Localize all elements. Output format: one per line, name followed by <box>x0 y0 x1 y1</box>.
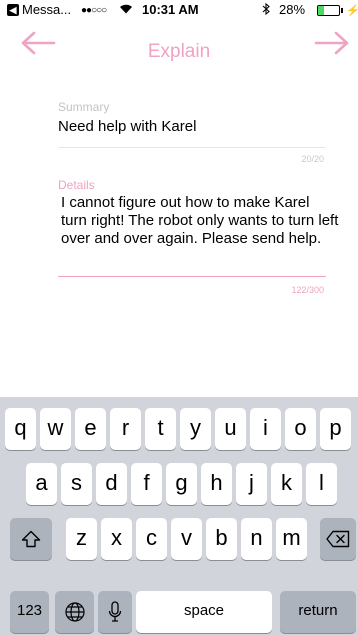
battery-percent: 28% <box>279 2 306 17</box>
battery-tip <box>341 8 343 13</box>
key-z[interactable]: z <box>66 518 97 560</box>
charging-bolt-icon: ⚡ <box>346 5 358 17</box>
space-key[interactable]: space <box>136 591 272 633</box>
details-divider <box>58 276 326 277</box>
key-u[interactable]: u <box>215 408 246 450</box>
key-h[interactable]: h <box>201 463 232 505</box>
key-j[interactable]: j <box>236 463 267 505</box>
back-app-label: Messa... <box>22 2 72 17</box>
key-y[interactable]: y <box>180 408 211 450</box>
page-title: Explain <box>147 41 211 62</box>
key-v[interactable]: v <box>171 518 202 560</box>
navigation-bar: Explain <box>0 20 358 64</box>
key-k[interactable]: k <box>271 463 302 505</box>
wifi-icon <box>119 3 133 17</box>
key-m[interactable]: m <box>276 518 307 560</box>
backspace-icon <box>320 518 356 560</box>
globe-key[interactable] <box>55 591 94 633</box>
return-key[interactable]: return <box>280 591 356 633</box>
details-label: Details <box>58 178 95 192</box>
summary-input[interactable]: Need help with Karel <box>58 118 196 135</box>
microphone-icon <box>98 591 132 633</box>
key-s[interactable]: s <box>61 463 92 505</box>
key-l[interactable]: l <box>306 463 337 505</box>
key-x[interactable]: x <box>101 518 132 560</box>
details-character-counter: 122/300 <box>291 285 324 295</box>
key-f[interactable]: f <box>131 463 162 505</box>
key-a[interactable]: a <box>26 463 57 505</box>
microphone-key[interactable] <box>98 591 132 633</box>
key-o[interactable]: o <box>285 408 316 450</box>
numbers-key[interactable]: 123 <box>10 591 49 633</box>
battery-icon <box>317 5 340 16</box>
back-app-icon: ◀ <box>7 4 19 16</box>
key-t[interactable]: t <box>145 408 176 450</box>
back-to-app-button[interactable]: ◀ Messa... <box>7 3 71 17</box>
key-i[interactable]: i <box>250 408 281 450</box>
key-c[interactable]: c <box>136 518 167 560</box>
bluetooth-icon <box>262 2 270 18</box>
key-d[interactable]: d <box>96 463 127 505</box>
key-n[interactable]: n <box>241 518 272 560</box>
summary-divider <box>58 147 326 148</box>
globe-icon <box>55 591 94 633</box>
on-screen-keyboard: q w e r t y u i o p a s d f g h j k l z … <box>0 397 358 636</box>
key-p[interactable]: p <box>320 408 351 450</box>
key-b[interactable]: b <box>206 518 237 560</box>
shift-icon <box>10 518 52 560</box>
status-bar: ◀ Messa... ●●○○○ 10:31 AM 28% ⚡ <box>0 0 358 20</box>
key-e[interactable]: e <box>75 408 106 450</box>
delete-key[interactable] <box>320 518 356 560</box>
shift-key[interactable] <box>10 518 52 560</box>
key-r[interactable]: r <box>110 408 141 450</box>
summary-character-counter: 20/20 <box>301 154 324 164</box>
battery-level <box>318 6 324 15</box>
signal-strength-icon: ●●○○○ <box>81 5 107 16</box>
key-w[interactable]: w <box>40 408 71 450</box>
clock: 10:31 AM <box>142 2 199 17</box>
key-g[interactable]: g <box>166 463 197 505</box>
key-q[interactable]: q <box>5 408 36 450</box>
arrow-right-icon <box>314 31 349 55</box>
details-textarea[interactable]: I cannot figure out how to make Karel tu… <box>61 194 339 248</box>
forward-arrow-button[interactable] <box>314 30 350 56</box>
summary-label: Summary <box>58 100 110 114</box>
